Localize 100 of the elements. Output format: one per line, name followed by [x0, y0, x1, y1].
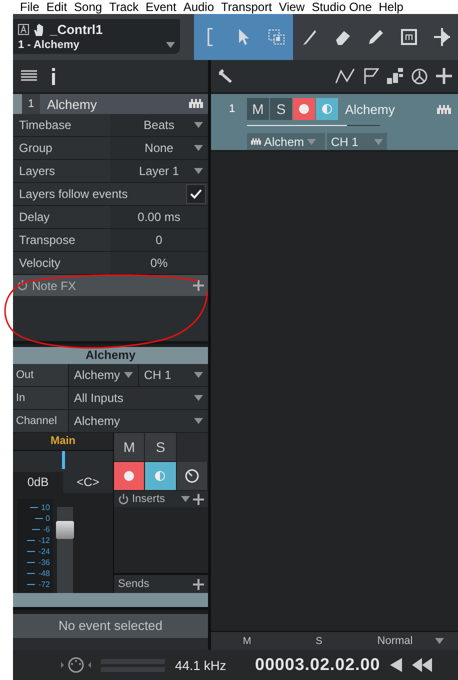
record-icon: [124, 471, 134, 481]
channel-name: Alchemy: [13, 347, 208, 364]
meter-bar: [101, 666, 165, 672]
time-position: 00003.02.02.00: [255, 655, 380, 675]
track-number: 1: [228, 103, 236, 115]
routing-dropdown[interactable]: Alchemy: [68, 364, 138, 386]
menu-item[interactable]: View: [278, 0, 312, 14]
add-track-icon[interactable]: [436, 68, 452, 84]
monitor-button[interactable]: [145, 462, 177, 491]
tick-mark: [32, 529, 40, 530]
add-icon[interactable]: [193, 494, 204, 504]
letter-box-icon: [18, 24, 29, 35]
scale-label: -6: [42, 525, 50, 534]
checkbox[interactable]: [186, 184, 206, 204]
instrument-selector[interactable]: _Contrl1 1 - Alchemy: [13, 19, 180, 54]
dropdown-caret-icon: [181, 496, 190, 502]
dropdown-caret-icon: [124, 372, 133, 378]
range-tool-button[interactable]: [260, 14, 293, 60]
solo-toggle[interactable]: S: [283, 636, 355, 646]
bus-label: Main: [13, 433, 113, 451]
instrument-dropdown[interactable]: Alchem: [247, 133, 325, 150]
track-header[interactable]: 1 M S Alchemy Alchem CH 1: [211, 94, 458, 152]
hand-icon: [34, 24, 45, 36]
property-dropdown[interactable]: Beats: [110, 114, 208, 136]
dropdown-caret-icon: [166, 42, 175, 48]
tick-mark: [27, 573, 36, 574]
menu-item[interactable]: Transport: [221, 0, 279, 14]
track-number: 1: [22, 94, 40, 114]
menu-item[interactable]: Track: [109, 0, 146, 14]
menu-icon[interactable]: [21, 70, 37, 82]
pan-slider[interactable]: [13, 451, 113, 472]
property-value[interactable]: 0%: [110, 252, 208, 274]
routing-label: In: [15, 391, 26, 406]
property-dropdown[interactable]: None: [110, 137, 208, 159]
mode-dropdown[interactable]: Normal: [355, 635, 435, 647]
power-icon[interactable]: [17, 280, 28, 291]
property-label: Group: [18, 140, 54, 157]
mute-toggle[interactable]: M: [211, 636, 283, 646]
keyboard-icon: [436, 104, 452, 114]
dropdown-caret-icon: [307, 138, 316, 144]
property-label: Timebase: [18, 117, 72, 134]
solo-button[interactable]: S: [145, 433, 177, 462]
automation-icon[interactable]: [335, 68, 355, 84]
property-label: Layers follow events: [18, 186, 129, 203]
property-value[interactable]: 0.00 ms: [110, 206, 208, 228]
property-dropdown[interactable]: Layer 1: [110, 160, 208, 182]
routing-dropdown[interactable]: All Inputs: [68, 387, 208, 409]
channel-dropdown[interactable]: CH 1: [138, 364, 208, 386]
controller-name: _Contrl1: [50, 22, 103, 37]
solo-button[interactable]: S: [270, 98, 292, 120]
menu-item[interactable]: Song: [74, 0, 110, 14]
add-icon[interactable]: [193, 578, 204, 590]
scale-label: -36: [38, 558, 50, 567]
previous-icon[interactable]: [390, 658, 402, 672]
scale-label: 10: [41, 503, 50, 512]
track-name: Alchemy: [344, 102, 396, 116]
scale-label: -48: [38, 569, 50, 578]
rewind-icon[interactable]: [412, 658, 432, 672]
dropdown-caret-icon: [194, 395, 203, 401]
clock-button[interactable]: [176, 462, 208, 491]
flag-icon[interactable]: [363, 68, 379, 84]
add-icon[interactable]: [193, 280, 204, 291]
tick-mark: [34, 518, 43, 519]
grid-icon[interactable]: [387, 68, 403, 84]
mute-button[interactable]: M: [247, 98, 269, 120]
menu-item[interactable]: Studio One: [312, 0, 379, 14]
wrench-icon[interactable]: [217, 68, 233, 84]
tick-mark: [27, 584, 36, 585]
menu-item[interactable]: Help: [378, 0, 410, 14]
sends-label: Sends: [118, 578, 150, 590]
keyboard-icon: [251, 137, 261, 146]
dropdown-caret-icon: [374, 138, 383, 144]
property-value[interactable]: 0: [110, 229, 208, 251]
fader-handle[interactable]: [56, 520, 74, 539]
tick-mark: [27, 562, 36, 563]
menu-item[interactable]: Audio: [183, 0, 222, 14]
menu-item[interactable]: Edit: [46, 0, 74, 14]
routing-label: Out: [15, 368, 35, 383]
scale-label: -12: [38, 536, 50, 545]
dropdown-caret-icon: [194, 168, 203, 174]
menu-item[interactable]: Event: [146, 0, 184, 14]
mute-button[interactable]: M: [114, 433, 146, 462]
clock-icon[interactable]: [411, 68, 428, 84]
inserts-label: Inserts: [132, 493, 166, 505]
info-icon[interactable]: [51, 68, 56, 84]
channel-dropdown[interactable]: CH 1: [327, 133, 387, 150]
property-label: Velocity: [18, 255, 62, 272]
midi-port-icon: [61, 657, 91, 673]
sample-rate: 44.1 kHz: [175, 658, 228, 672]
check-icon: [190, 189, 202, 199]
dropdown-caret-icon: [194, 418, 203, 424]
scale-label: 0: [46, 514, 50, 523]
power-icon[interactable]: [118, 494, 129, 504]
record-icon: [299, 104, 309, 114]
menu-item[interactable]: File: [20, 0, 46, 14]
routing-dropdown[interactable]: Alchemy: [68, 410, 208, 432]
record-arm-button[interactable]: [114, 462, 146, 491]
pan-value: <C>: [63, 472, 113, 493]
dial-icon: [184, 469, 199, 483]
property-label: Layers: [18, 163, 56, 180]
